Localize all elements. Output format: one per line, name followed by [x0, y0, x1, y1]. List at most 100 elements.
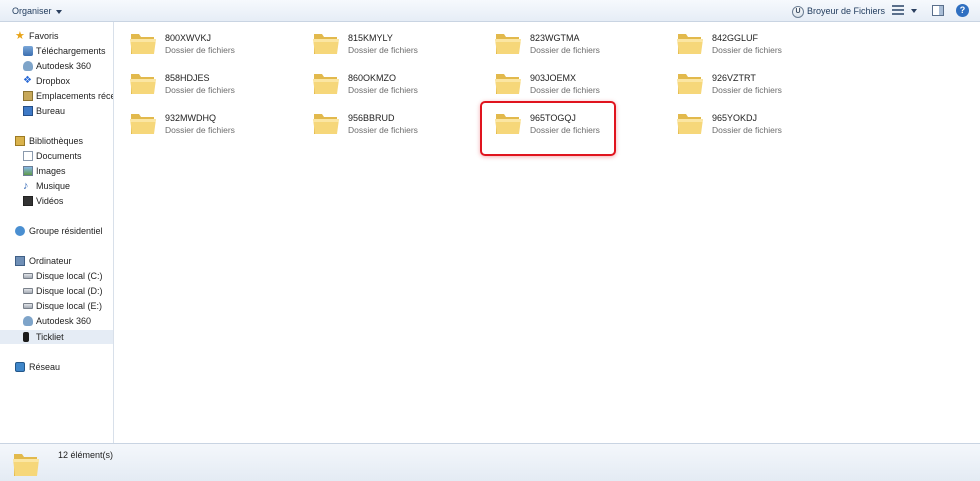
nav-autodesk360[interactable]: Autodesk 360 [0, 59, 113, 73]
nav-label: Documents [36, 151, 82, 161]
nav-drive-d[interactable]: Disque local (D:) [0, 284, 113, 298]
folder-item[interactable]: 842GGLUF Dossier de fichiers [662, 22, 832, 60]
folder-type: Dossier de fichiers [530, 85, 600, 95]
dropbox-icon: ❖ [23, 75, 32, 86]
nav-label: Disque local (C:) [36, 271, 103, 281]
folder-item[interactable]: 815KMYLY Dossier de fichiers [298, 22, 468, 60]
nav-music[interactable]: ♪ Musique [0, 179, 113, 193]
folder-item[interactable]: 932MWDHQ Dossier de fichiers [115, 102, 285, 140]
nav-label: Dropbox [36, 76, 71, 86]
folder-name: 926VZTRT [712, 73, 756, 83]
nav-network[interactable]: Réseau [0, 360, 113, 374]
folder-name: 800XWVKJ [165, 33, 212, 43]
nav-autodesk360-drive[interactable]: Autodesk 360 [0, 314, 113, 328]
folder-icon [313, 114, 339, 134]
folder-icon [313, 74, 339, 94]
nav-computer[interactable]: Ordinateur [0, 254, 113, 268]
chevron-down-icon [911, 9, 917, 13]
folder-item[interactable]: 823WGTMA Dossier de fichiers [480, 22, 650, 60]
folder-icon [677, 34, 703, 54]
nav-documents[interactable]: Documents [0, 149, 113, 163]
folder-icon [130, 74, 156, 94]
folder-type: Dossier de fichiers [348, 125, 418, 135]
highlight-box [480, 101, 616, 156]
folder-name: 842GGLUF [712, 33, 759, 43]
documents-icon [23, 151, 33, 161]
folder-name: 903JOEMX [530, 73, 577, 83]
folder-item[interactable]: 956BBRUD Dossier de fichiers [298, 102, 468, 140]
nav-label: Groupe résidentiel [29, 226, 103, 236]
images-icon [23, 166, 33, 176]
preview-pane-button[interactable] [932, 5, 944, 16]
computer-icon [15, 256, 25, 266]
navigation-pane: ★ Favoris Téléchargements Autodesk 360 ❖ D… [0, 22, 114, 443]
nav-label: Tickliet [36, 332, 64, 342]
nav-label: Bibliothèques [29, 136, 84, 146]
folder-type: Dossier de fichiers [348, 85, 418, 95]
folder-item[interactable]: 965YOKDJ Dossier de fichiers [662, 102, 832, 140]
shredder-button[interactable]: U Broyeur de Fichiers [792, 3, 885, 19]
folder-item[interactable]: 800XWVKJ Dossier de fichiers [115, 22, 285, 60]
phone-icon [23, 332, 29, 342]
folder-icon [495, 34, 521, 54]
nav-drive-e[interactable]: Disque local (E:) [0, 299, 113, 313]
nav-label: Réseau [29, 362, 61, 372]
folder-type: Dossier de fichiers [712, 85, 782, 95]
folder-type: Dossier de fichiers [165, 45, 235, 55]
organise-button[interactable]: Organiser [6, 3, 68, 19]
folder-name: 932MWDHQ [165, 113, 217, 123]
nav-favorites[interactable]: ★ Favoris [0, 29, 113, 43]
nav-recent-places[interactable]: Emplacements récen [0, 89, 113, 103]
folder-type: Dossier de fichiers [712, 45, 782, 55]
chevron-down-icon [55, 9, 62, 14]
homegroup-icon [15, 226, 25, 236]
music-icon: ♪ [23, 180, 29, 192]
folder-type: Dossier de fichiers [348, 45, 418, 55]
help-button[interactable]: ? [956, 4, 969, 17]
folder-item[interactable]: 860OKMZO Dossier de fichiers [298, 62, 468, 100]
folder-name: 823WGTMA [530, 33, 580, 43]
item-count: 12 élément(s) [58, 450, 114, 460]
folder-icon [677, 114, 703, 134]
nav-desktop[interactable]: Bureau [0, 104, 113, 118]
command-bar: Organiser U Broyeur de Fichiers ? [0, 0, 980, 22]
preview-pane-icon [939, 6, 943, 15]
folder-type: Dossier de fichiers [165, 125, 235, 135]
nav-label: Disque local (E:) [36, 301, 103, 311]
folder-icon [313, 34, 339, 54]
folder-item[interactable]: 858HDJES Dossier de fichiers [115, 62, 285, 100]
drive-icon [23, 273, 33, 279]
recent-places-icon [23, 91, 33, 101]
folder-icon [13, 454, 39, 476]
videos-icon [23, 196, 33, 206]
folder-item[interactable]: 903JOEMX Dossier de fichiers [480, 62, 650, 100]
nav-drive-c[interactable]: Disque local (C:) [0, 269, 113, 283]
details-pane: 12 élément(s) [0, 443, 980, 481]
folder-icon [495, 74, 521, 94]
nav-label: Ordinateur [29, 256, 72, 266]
nav-label: Vidéos [36, 196, 64, 206]
folder-icon [130, 34, 156, 54]
nav-downloads[interactable]: Téléchargements [0, 44, 113, 58]
folder-name: 815KMYLY [348, 33, 393, 43]
nav-tickliet[interactable]: Tickliet [0, 330, 113, 344]
nav-videos[interactable]: Vidéos [0, 194, 113, 208]
nav-dropbox[interactable]: ❖ Dropbox [0, 74, 113, 88]
folder-item[interactable]: 926VZTRT Dossier de fichiers [662, 62, 832, 100]
folder-type: Dossier de fichiers [712, 125, 782, 135]
libraries-icon [15, 136, 25, 146]
shredder-icon: U [792, 5, 804, 18]
nav-label: Téléchargements [36, 46, 106, 56]
folder-icon [130, 114, 156, 134]
nav-label: Autodesk 360 [36, 316, 92, 326]
folder-name: 956BBRUD [348, 113, 395, 123]
nav-homegroup[interactable]: Groupe résidentiel [0, 224, 113, 238]
drive-icon [23, 288, 33, 294]
folder-name: 965YOKDJ [712, 113, 758, 123]
download-icon [23, 46, 33, 56]
folder-type: Dossier de fichiers [530, 45, 600, 55]
folder-name: 860OKMZO [348, 73, 397, 83]
nav-libraries[interactable]: Bibliothèques [0, 134, 113, 148]
nav-images[interactable]: Images [0, 164, 113, 178]
change-view-button[interactable] [892, 5, 920, 17]
